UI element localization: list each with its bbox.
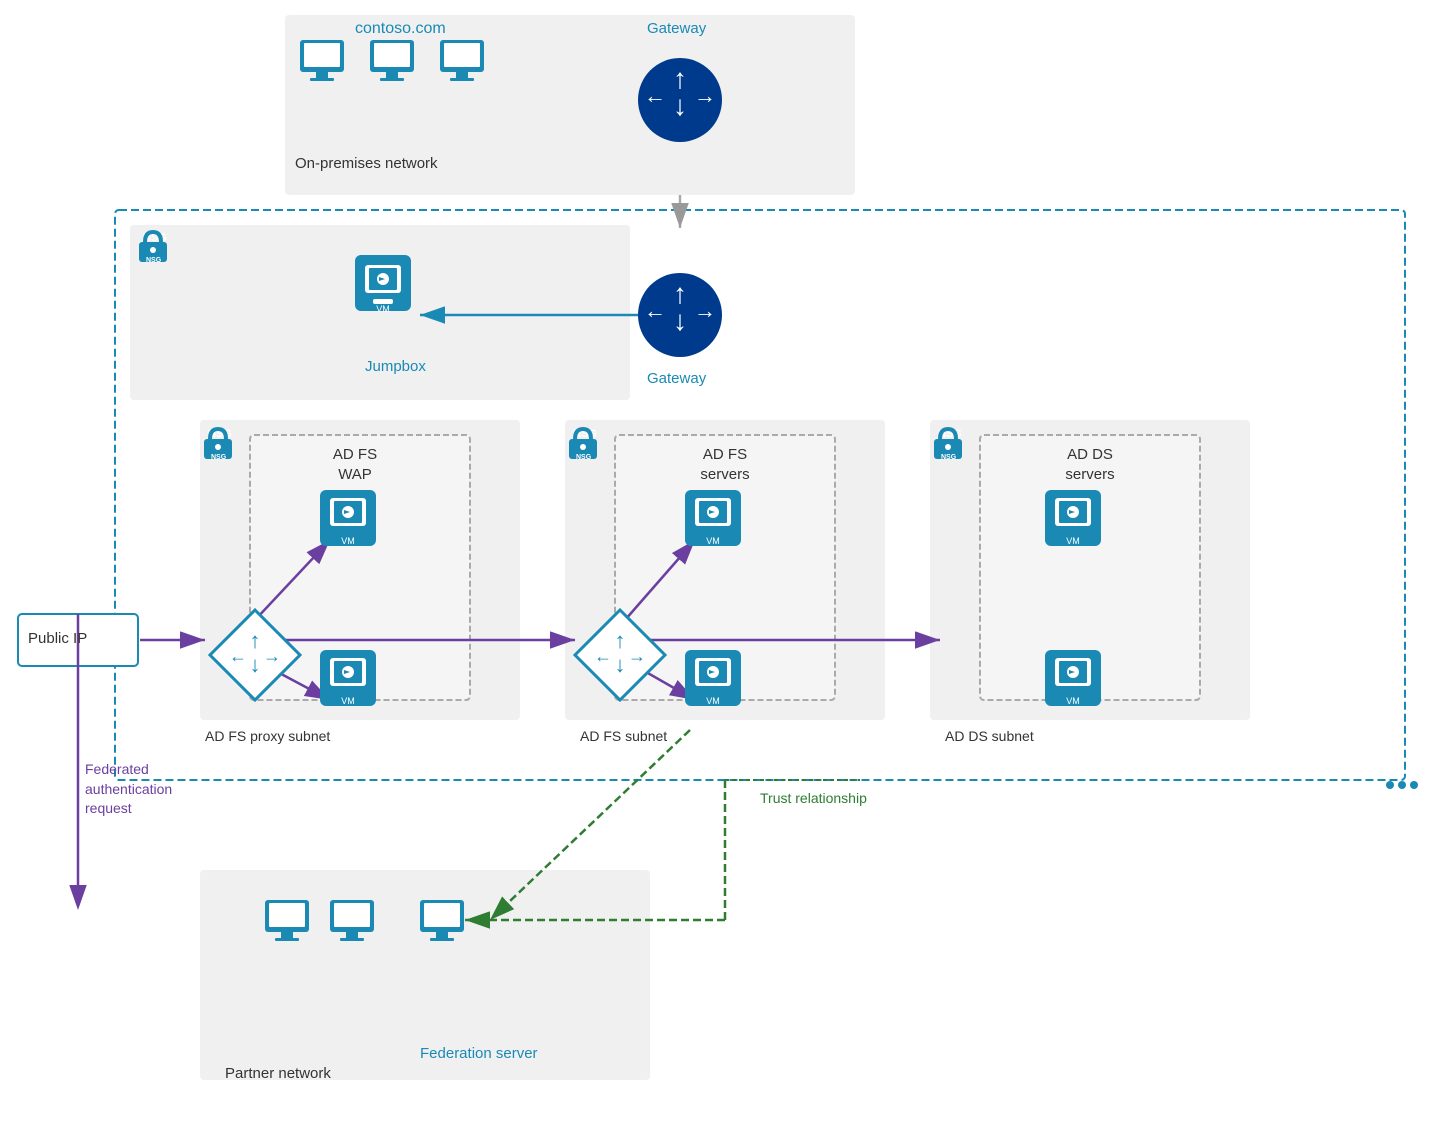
svg-text:VM: VM xyxy=(341,536,355,546)
nsg-adfs-label: NSG xyxy=(573,428,597,440)
svg-text:→: → xyxy=(628,646,646,666)
onprem-gateway-label: Gateway xyxy=(647,20,706,37)
svg-text:VM: VM xyxy=(706,696,720,706)
svg-text:→: → xyxy=(694,298,716,323)
svg-text:↑: ↑ xyxy=(250,628,261,653)
icons-svg: ↑ ↓ ← → NSG VM ↑ ↓ ← → xyxy=(0,0,1433,1132)
jumpbox-label: Jumpbox xyxy=(365,358,426,375)
svg-text:↓: ↓ xyxy=(673,90,687,121)
svg-text:↑: ↑ xyxy=(615,628,626,653)
svg-text:NSG: NSG xyxy=(576,454,592,461)
svg-text:←: ← xyxy=(644,298,666,323)
adfs-subnet-label: AD FS subnet xyxy=(580,728,667,744)
svg-text:←: ← xyxy=(644,83,666,108)
svg-text:↓: ↓ xyxy=(615,652,626,677)
svg-text:VM: VM xyxy=(341,696,355,706)
adds-servers-label: AD DSservers xyxy=(1020,445,1160,484)
adfs-proxy-subnet-label: AD FS proxy subnet xyxy=(205,728,330,744)
adfs-servers-label: AD FSservers xyxy=(655,445,795,484)
svg-text:←: ← xyxy=(229,646,247,666)
contoso-label: contoso.com xyxy=(355,20,446,38)
nsg-adfs-proxy-label: NSG xyxy=(208,428,232,440)
monitor-1 xyxy=(300,40,344,81)
svg-text:↑: ↑ xyxy=(673,63,687,94)
svg-text:NSG: NSG xyxy=(941,454,957,461)
federated-auth-label: Federated authentication request xyxy=(85,760,172,819)
svg-text:→: → xyxy=(263,646,281,666)
svg-text:NSG: NSG xyxy=(211,454,227,461)
svg-text:VM: VM xyxy=(1066,536,1080,546)
svg-text:↑: ↑ xyxy=(673,278,687,309)
monitor-2 xyxy=(370,40,414,81)
monitor-3 xyxy=(440,40,484,81)
nsg-jumpbox-label: NSG xyxy=(143,232,167,244)
svg-text:↓: ↓ xyxy=(673,305,687,336)
partner-network-label: Partner network xyxy=(225,1065,331,1082)
diagram-container: On-premises network contoso.com Gateway … xyxy=(0,0,1433,1132)
svg-text:NSG: NSG xyxy=(146,257,162,264)
nsg-adds-label: NSG xyxy=(938,428,962,440)
adfs-wap-label: AD FSWAP xyxy=(295,445,415,484)
svg-text:VM: VM xyxy=(1066,696,1080,706)
on-premises-label: On-premises network xyxy=(295,155,438,172)
adds-subnet-label: AD DS subnet xyxy=(945,728,1034,744)
svg-text:VM: VM xyxy=(376,304,390,314)
trust-relationship-label: Trust relationship xyxy=(760,790,867,806)
arrows-svg xyxy=(0,0,1433,1132)
svg-text:↓: ↓ xyxy=(250,652,261,677)
public-ip-label: Public IP xyxy=(28,630,87,647)
azure-gateway-label: Gateway xyxy=(647,370,706,387)
svg-text:→: → xyxy=(694,83,716,108)
federation-server-label: Federation server xyxy=(420,1045,538,1062)
svg-text:←: ← xyxy=(594,646,612,666)
svg-text:VM: VM xyxy=(706,536,720,546)
